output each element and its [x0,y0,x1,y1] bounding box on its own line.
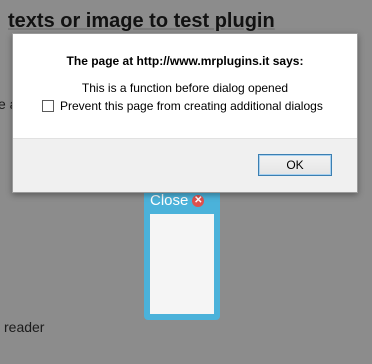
prevent-dialogs-option[interactable]: Prevent this page from creating addition… [42,99,323,113]
dialog-footer: OK [13,138,357,192]
dialog-body: The page at http://www.mrplugins.it says… [13,34,357,138]
alert-dialog: The page at http://www.mrplugins.it says… [12,33,358,193]
close-icon: ✕ [192,194,205,207]
prevent-dialogs-label: Prevent this page from creating addition… [60,99,323,113]
image-popup: Close ✕ [144,188,220,320]
popup-close-label: Close [150,192,189,209]
dialog-message: This is a function before dialog opened [81,81,289,95]
prevent-dialogs-checkbox[interactable] [42,100,54,112]
popup-close-button[interactable]: Close ✕ [150,192,205,209]
ok-button[interactable]: OK [258,154,332,176]
dialog-title: The page at http://www.mrplugins.it says… [66,54,304,68]
popup-content [150,214,214,314]
